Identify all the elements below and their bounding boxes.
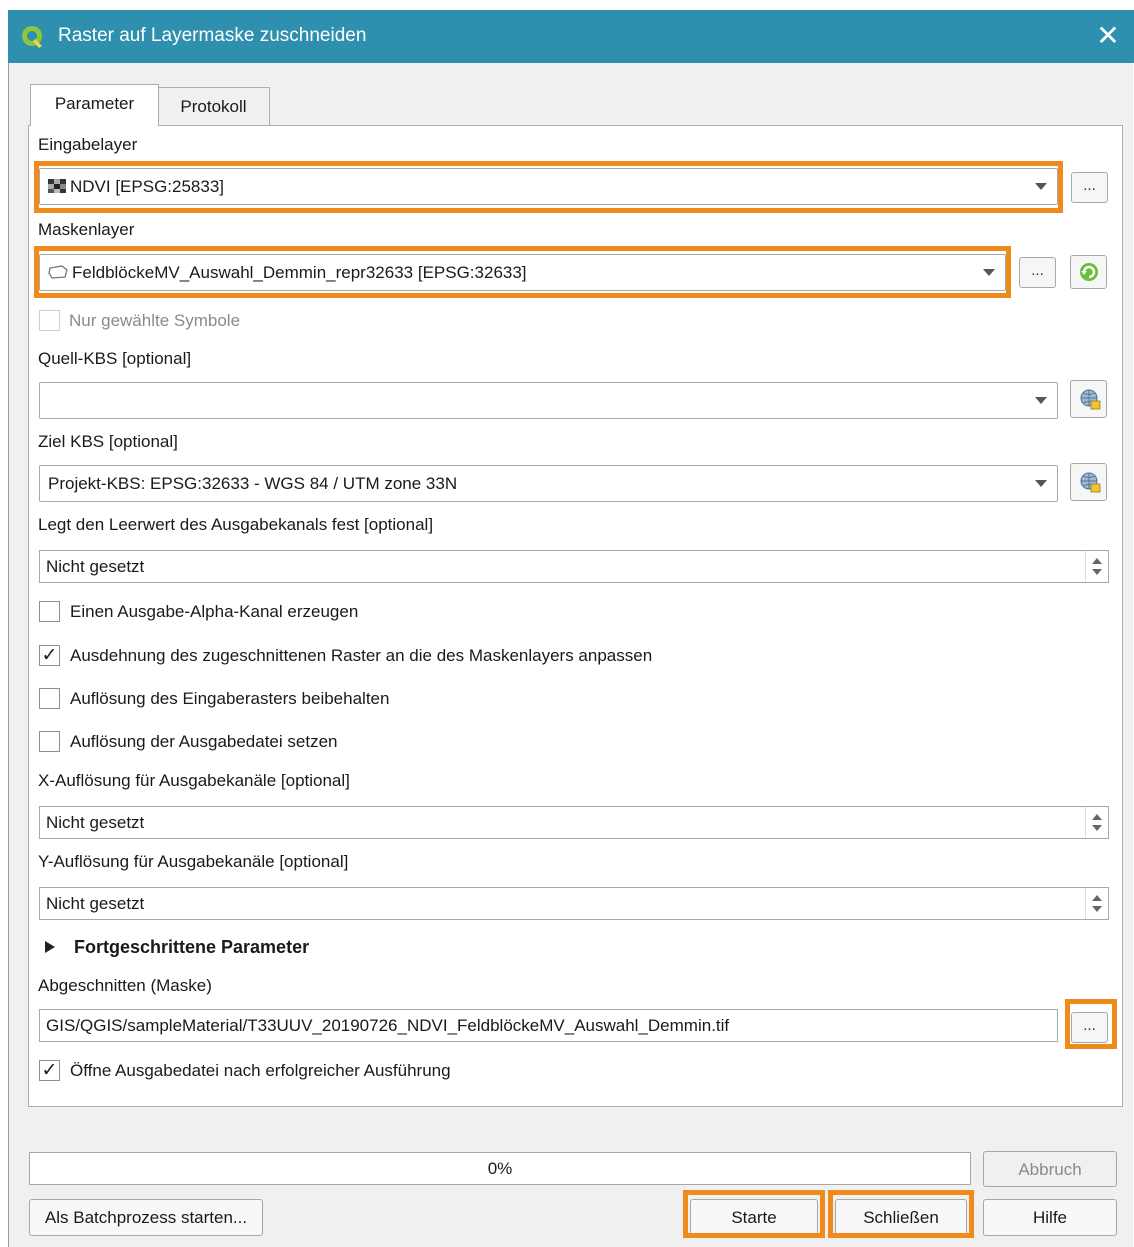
polygon-layer-icon [48,265,68,279]
x-resolution-spinbox[interactable]: Nicht gesetzt [39,806,1109,839]
mask-layer-combo[interactable]: FeldblöckeMV_Auswahl_Demmin_repr32633 [E… [39,254,1006,291]
source-crs-label: Quell-KBS [optional] [38,349,192,368]
output-label: Abgeschnitten (Maske) [38,976,212,995]
target-crs-combo[interactable]: Projekt-KBS: EPSG:32633 - WGS 84 / UTM z… [39,465,1058,502]
source-crs-combo[interactable] [39,382,1058,419]
target-crs-label: Ziel KBS [optional] [38,432,178,451]
progress-text: 0% [487,1159,513,1178]
alpha-label: Einen Ausgabe-Alpha-Kanal erzeugen [70,602,359,621]
tab-parameter[interactable]: Parameter [30,84,159,126]
output-path-field[interactable]: GIS/QGIS/sampleMaterial/T33UUV_20190726_… [39,1009,1058,1042]
iterate-button[interactable] [1070,255,1107,289]
advanced-parameters-toggle[interactable]: Fortgeschrittene Parameter [44,937,374,959]
source-crs-select-button[interactable] [1070,380,1107,418]
run-button[interactable]: Starte [690,1199,818,1236]
target-crs-select-button[interactable] [1070,463,1107,501]
spin-arrows-icon[interactable] [1085,807,1108,838]
input-layer-browse-button[interactable]: ... [1071,172,1108,203]
tab-protokoll[interactable]: Protokoll [157,87,270,125]
nodata-label: Legt den Leerwert des Ausgabekanals fest… [38,515,434,534]
raster-layer-icon [48,179,66,193]
y-resolution-label: Y-Auflösung für Ausgabekanäle [optional] [38,852,349,871]
input-layer-combo[interactable]: NDVI [EPSG:25833] [39,168,1058,205]
x-resolution-label: X-Auflösung für Ausgabekanäle [optional] [38,771,350,790]
target-crs-value: Projekt-KBS: EPSG:32633 - WGS 84 / UTM z… [48,474,458,493]
tab-protokoll-label: Protokoll [180,97,247,116]
spin-arrows-icon[interactable] [1085,551,1108,582]
checkmark-icon: ✓ [41,1060,58,1081]
mask-layer-browse-button[interactable]: ... [1019,257,1056,288]
close-button[interactable]: Schließen [835,1199,967,1236]
open-output-label: Öffne Ausgabedatei nach erfolgreicher Au… [70,1061,451,1080]
help-button[interactable]: Hilfe [983,1199,1117,1236]
cancel-button[interactable]: Abbruch [983,1151,1117,1187]
checkmark-icon: ✓ [41,645,58,666]
chevron-down-icon [1035,397,1047,404]
close-icon[interactable]: ✕ [1088,16,1128,56]
crop-extent-checkbox[interactable]: ✓ [39,645,60,666]
mask-layer-value: FeldblöckeMV_Auswahl_Demmin_repr32633 [E… [72,263,527,282]
y-resolution-value: Nicht gesetzt [46,894,145,913]
keep-resolution-checkbox[interactable] [39,688,60,709]
spin-arrows-icon[interactable] [1085,888,1108,919]
iterate-icon [1079,263,1098,281]
batch-process-button[interactable]: Als Batchprozess starten... [29,1199,263,1236]
keep-resolution-label: Auflösung des Eingaberasters beibehalten [70,689,390,708]
output-path-value: GIS/QGIS/sampleMaterial/T33UUV_20190726_… [46,1016,730,1035]
chevron-down-icon [1035,480,1047,487]
chevron-down-icon [983,269,995,276]
tab-parameter-label: Parameter [54,94,135,113]
crs-globe-icon [1080,472,1101,493]
progress-bar: 0% [29,1152,971,1185]
y-resolution-spinbox[interactable]: Nicht gesetzt [39,887,1109,920]
nodata-value: Nicht gesetzt [46,557,145,576]
output-browse-button[interactable]: ... [1071,1012,1108,1043]
x-resolution-value: Nicht gesetzt [46,813,145,832]
input-layer-value: NDVI [EPSG:25833] [70,177,225,196]
open-output-checkbox[interactable]: ✓ [39,1060,60,1081]
crs-globe-icon [1080,389,1101,410]
window-title: Raster auf Layermaske zuschneiden [58,25,367,46]
selected-only-checkbox[interactable] [39,310,60,331]
input-layer-label: Eingabelayer [38,135,138,154]
alpha-checkbox[interactable] [39,601,60,622]
nodata-spinbox[interactable]: Nicht gesetzt [39,550,1109,583]
mask-layer-label: Maskenlayer [38,220,135,239]
selected-only-label: Nur gewählte Symbole [69,311,241,330]
set-resolution-label: Auflösung der Ausgabedatei setzen [70,732,338,751]
qgis-logo-icon [22,26,42,48]
expand-arrow-icon [45,941,55,953]
advanced-parameters-label: Fortgeschrittene Parameter [74,937,310,957]
title-bar: Raster auf Layermaske zuschneiden ✕ [8,10,1134,63]
crop-extent-label: Ausdehnung des zugeschnittenen Raster an… [70,646,653,665]
chevron-down-icon [1035,183,1047,190]
set-resolution-checkbox[interactable] [39,731,60,752]
